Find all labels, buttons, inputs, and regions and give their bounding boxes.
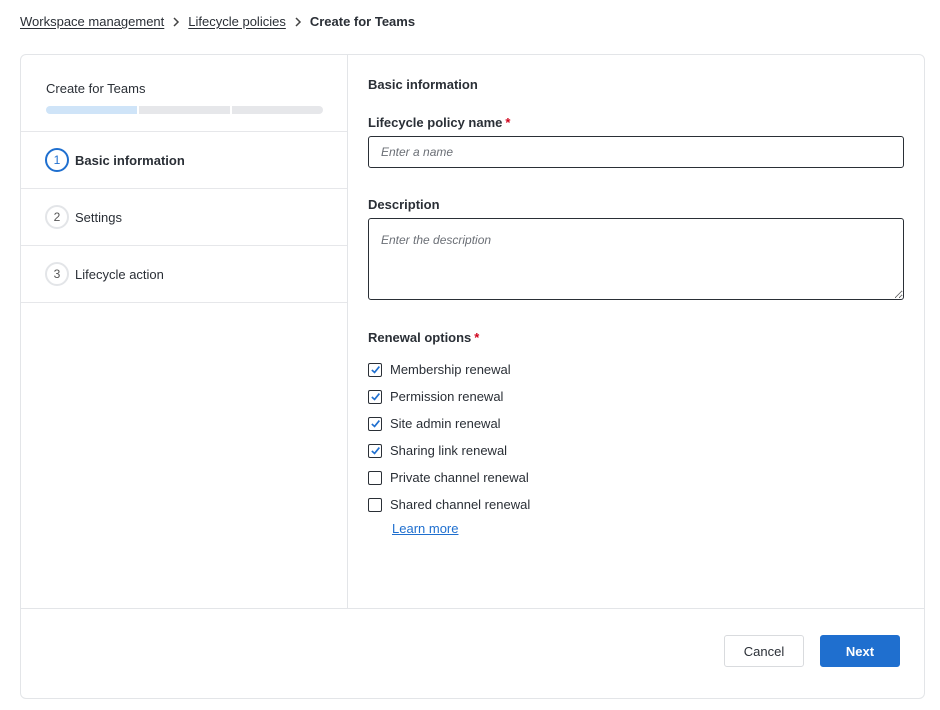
checkmark-icon bbox=[370, 420, 380, 428]
breadcrumb: Workspace management Lifecycle policies … bbox=[20, 14, 415, 29]
checkmark-icon bbox=[370, 393, 380, 401]
checkbox-box[interactable] bbox=[368, 362, 382, 377]
next-button[interactable]: Next bbox=[820, 635, 900, 667]
checkbox-label: Site admin renewal bbox=[390, 416, 501, 431]
checkmark-icon bbox=[370, 366, 380, 374]
checkbox-box[interactable] bbox=[368, 416, 382, 431]
checkbox-box[interactable] bbox=[368, 389, 382, 404]
checkmark-icon bbox=[370, 447, 380, 455]
step-basic-information[interactable]: 1 Basic information bbox=[21, 132, 347, 189]
step-label: Settings bbox=[75, 209, 122, 225]
wizard-sidebar: Create for Teams 1 Basic information 2 S… bbox=[21, 55, 348, 608]
checkbox-label: Shared channel renewal bbox=[390, 497, 531, 512]
section-title: Basic information bbox=[368, 77, 478, 92]
checkbox-label: Membership renewal bbox=[390, 362, 511, 377]
step-label: Basic information bbox=[75, 152, 185, 168]
step-label: Lifecycle action bbox=[75, 266, 164, 282]
checkbox-sharing-link-renewal[interactable]: Sharing link renewal bbox=[368, 437, 530, 464]
required-marker: * bbox=[474, 330, 480, 345]
breadcrumb-workspace-management[interactable]: Workspace management bbox=[20, 14, 164, 29]
wizard-steps: 1 Basic information 2 Settings 3 Lifecyc… bbox=[21, 131, 347, 303]
progress-segment-1 bbox=[46, 106, 137, 114]
checkbox-membership-renewal[interactable]: Membership renewal bbox=[368, 356, 530, 383]
checkbox-private-channel-renewal[interactable]: Private channel renewal bbox=[368, 464, 530, 491]
renewal-label-text: Renewal options bbox=[368, 330, 472, 345]
breadcrumb-lifecycle-policies[interactable]: Lifecycle policies bbox=[188, 14, 286, 29]
step-number: 2 bbox=[45, 205, 69, 229]
progress-segment-2 bbox=[139, 106, 230, 114]
checkbox-shared-channel-renewal[interactable]: Shared channel renewal bbox=[368, 491, 530, 518]
renewal-options-label: Renewal options * bbox=[368, 330, 479, 345]
checkbox-label: Private channel renewal bbox=[390, 470, 529, 485]
wizard-progress-bar bbox=[46, 106, 323, 114]
description-field-label: Description bbox=[368, 197, 440, 212]
checkbox-box[interactable] bbox=[368, 497, 382, 512]
required-marker: * bbox=[505, 115, 511, 130]
checkbox-box[interactable] bbox=[368, 470, 382, 485]
step-settings[interactable]: 2 Settings bbox=[21, 189, 347, 246]
chevron-right-icon bbox=[172, 16, 180, 27]
chevron-right-icon bbox=[294, 16, 302, 27]
checkbox-box[interactable] bbox=[368, 443, 382, 458]
checkbox-permission-renewal[interactable]: Permission renewal bbox=[368, 383, 530, 410]
wizard-footer: Cancel Next bbox=[21, 608, 924, 698]
wizard-title: Create for Teams bbox=[46, 81, 146, 96]
renewal-options-list: Membership renewal Permission renewal Si… bbox=[368, 356, 530, 518]
step-number: 3 bbox=[45, 262, 69, 286]
learn-more-link[interactable]: Learn more bbox=[392, 521, 458, 536]
step-lifecycle-action[interactable]: 3 Lifecycle action bbox=[21, 246, 347, 303]
progress-segment-3 bbox=[232, 106, 323, 114]
description-textarea[interactable] bbox=[368, 218, 904, 300]
form-panel: Basic information Lifecycle policy name *… bbox=[368, 55, 924, 608]
checkbox-label: Permission renewal bbox=[390, 389, 504, 404]
checkbox-site-admin-renewal[interactable]: Site admin renewal bbox=[368, 410, 530, 437]
name-field-label: Lifecycle policy name * bbox=[368, 115, 510, 130]
wizard-card: Create for Teams 1 Basic information 2 S… bbox=[20, 54, 925, 699]
cancel-button[interactable]: Cancel bbox=[724, 635, 804, 667]
checkbox-label: Sharing link renewal bbox=[390, 443, 508, 458]
name-label-text: Lifecycle policy name bbox=[368, 115, 503, 130]
breadcrumb-current: Create for Teams bbox=[309, 14, 416, 29]
policy-name-input[interactable] bbox=[368, 136, 904, 168]
step-number: 1 bbox=[45, 148, 69, 172]
